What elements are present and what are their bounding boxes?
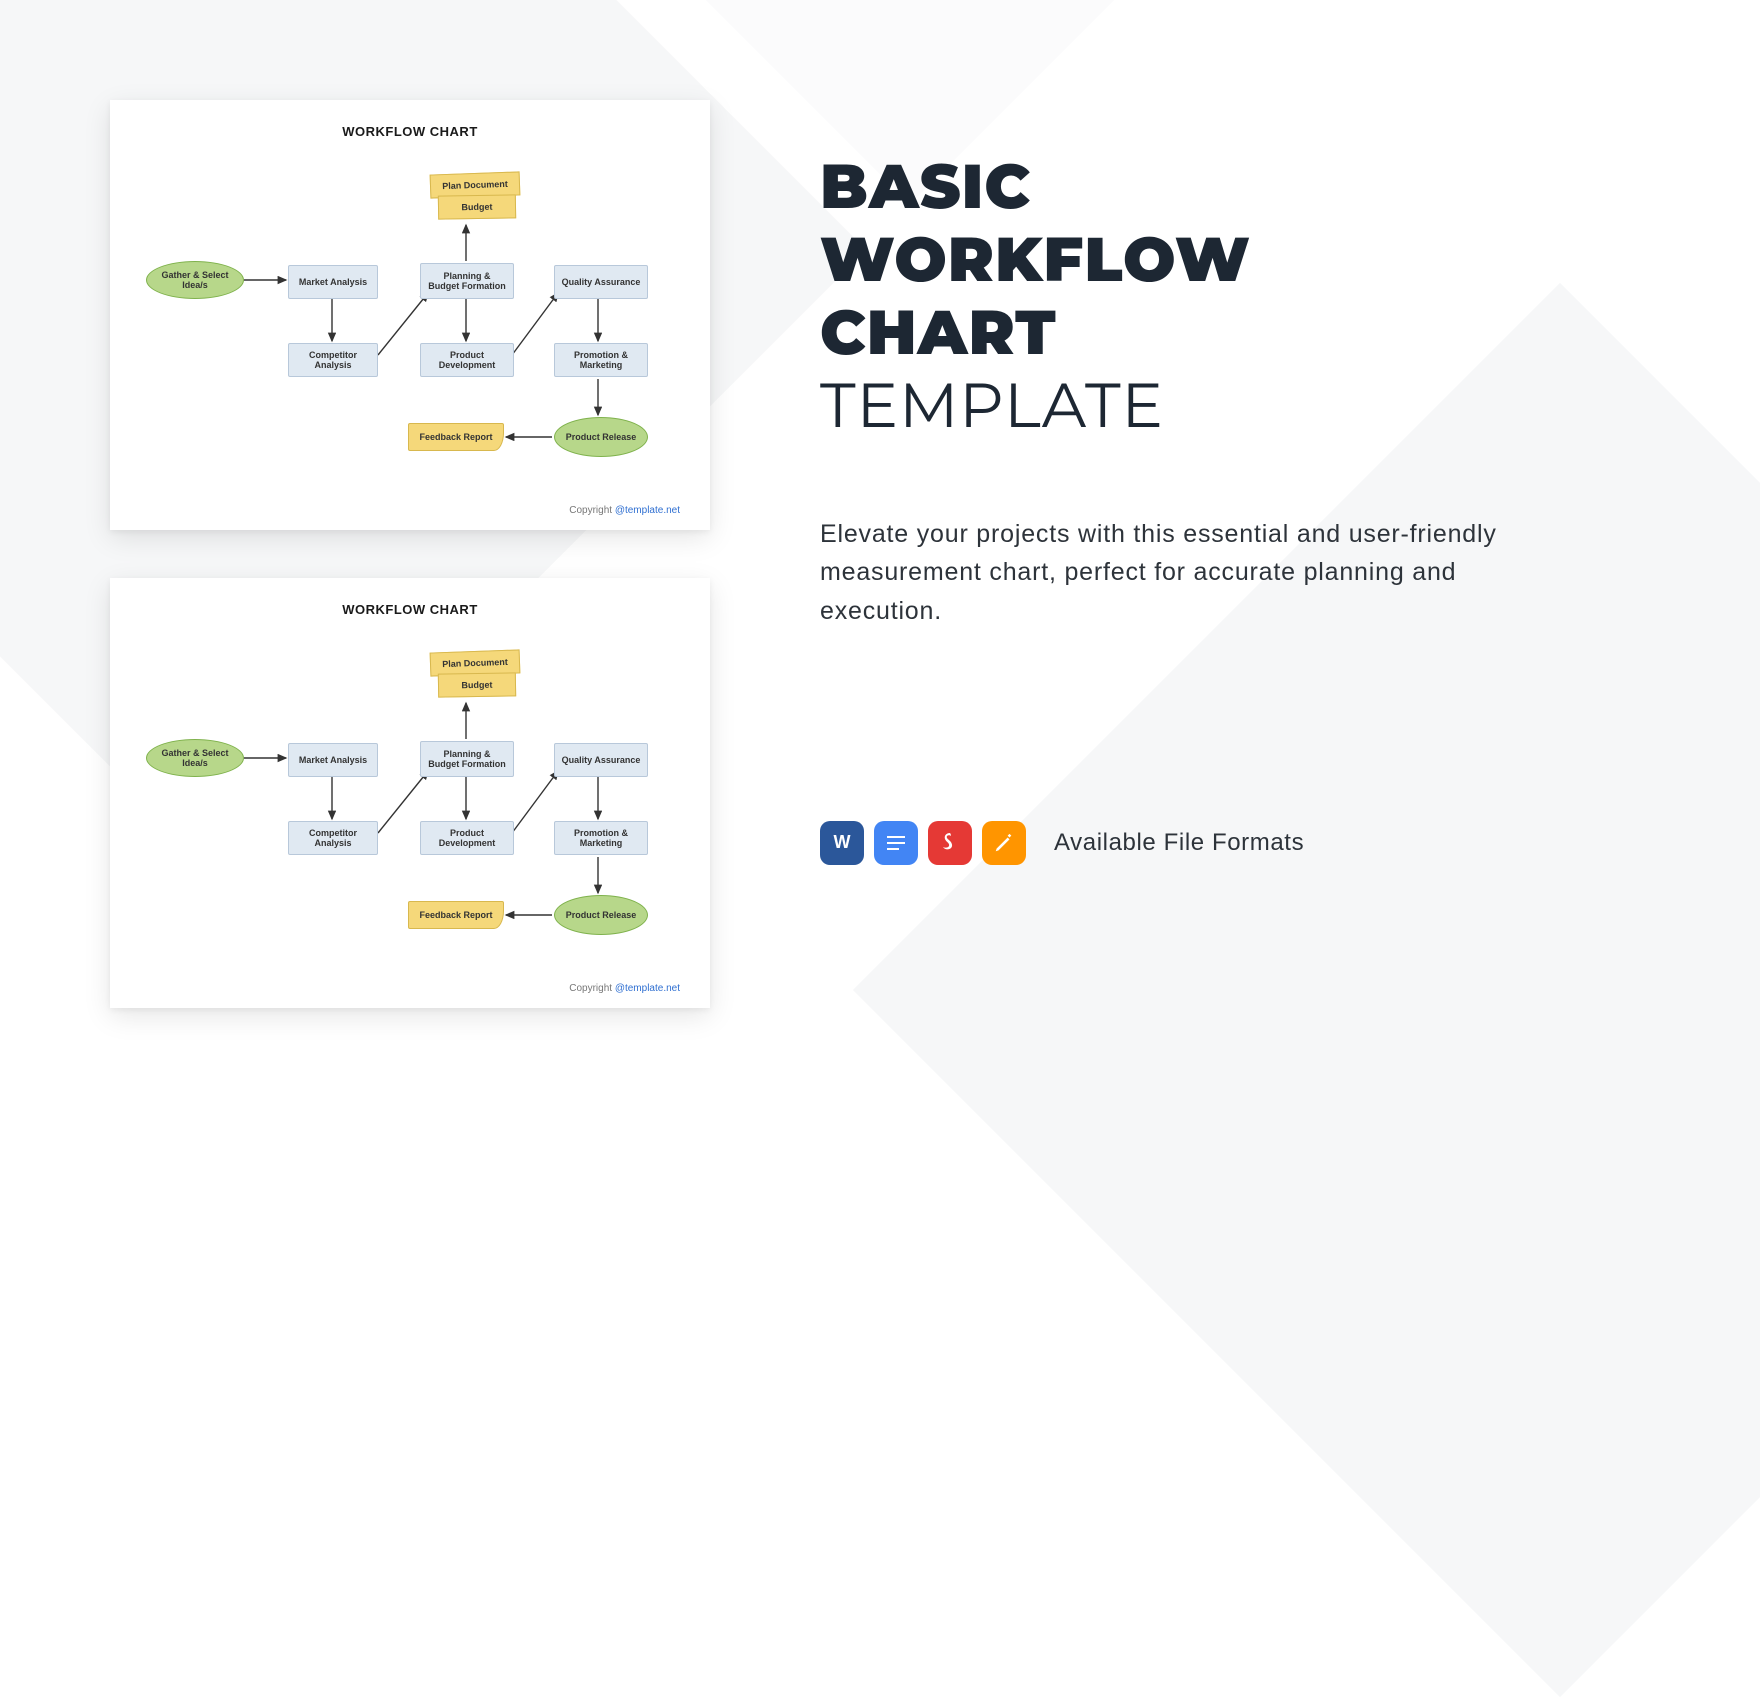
title-line-3: CHART bbox=[820, 294, 1057, 370]
node-budget: Budget bbox=[438, 672, 516, 697]
copyright: Copyright @template.net bbox=[569, 505, 680, 516]
title-line-1: BASIC bbox=[820, 148, 1031, 224]
preview-column: WORKFLOW CHART bbox=[0, 0, 740, 1140]
node-planning: Planning & Budget Formation bbox=[420, 741, 514, 777]
node-competitor: Competitor Analysis bbox=[288, 821, 378, 855]
page: WORKFLOW CHART bbox=[0, 0, 1760, 1140]
node-planning: Planning & Budget Formation bbox=[420, 263, 514, 299]
node-gather: Gather & Select Idea/s bbox=[146, 739, 244, 777]
preview-title: WORKFLOW CHART bbox=[138, 602, 682, 617]
pen-icon bbox=[993, 832, 1015, 854]
page-title: BASIC WORKFLOW CHART TEMPLATE bbox=[820, 150, 1640, 443]
pdf-icon bbox=[928, 821, 972, 865]
copyright-prefix: Copyright bbox=[569, 505, 615, 516]
preview-card-1: WORKFLOW CHART bbox=[110, 100, 710, 530]
gdoc-bars-icon bbox=[887, 834, 905, 852]
node-feedback: Feedback Report bbox=[408, 901, 504, 929]
node-product-dev: Product Development bbox=[420, 821, 514, 855]
description: Elevate your projects with this essentia… bbox=[820, 515, 1500, 631]
pages-icon bbox=[982, 821, 1026, 865]
workflow-chart: Gather & Select Idea/s Market Analysis C… bbox=[138, 623, 682, 963]
node-competitor: Competitor Analysis bbox=[288, 343, 378, 377]
workflow-chart: Gather & Select Idea/s Market Analysis C… bbox=[138, 145, 682, 485]
copyright-link: @template.net bbox=[615, 505, 680, 516]
node-promo: Promotion & Marketing bbox=[554, 343, 648, 377]
formats-label: Available File Formats bbox=[1054, 829, 1304, 857]
node-product-dev: Product Development bbox=[420, 343, 514, 377]
google-docs-icon bbox=[874, 821, 918, 865]
node-promo: Promotion & Marketing bbox=[554, 821, 648, 855]
node-feedback: Feedback Report bbox=[408, 423, 504, 451]
node-qa: Quality Assurance bbox=[554, 265, 648, 299]
info-column: BASIC WORKFLOW CHART TEMPLATE Elevate yo… bbox=[740, 0, 1760, 1140]
node-release: Product Release bbox=[554, 895, 648, 935]
format-icons: W bbox=[820, 821, 1026, 865]
preview-title: WORKFLOW CHART bbox=[138, 124, 682, 139]
node-gather: Gather & Select Idea/s bbox=[146, 261, 244, 299]
pdf-glyph-icon bbox=[938, 831, 962, 855]
formats-row: W Available File Formats bbox=[820, 821, 1640, 865]
copyright-link: @template.net bbox=[615, 983, 680, 994]
title-line-2: WORKFLOW bbox=[820, 221, 1251, 297]
title-line-4: TEMPLATE bbox=[820, 367, 1164, 443]
word-icon-letter: W bbox=[834, 832, 851, 853]
preview-card-2: WORKFLOW CHART bbox=[110, 578, 710, 1008]
copyright: Copyright @template.net bbox=[569, 983, 680, 994]
node-qa: Quality Assurance bbox=[554, 743, 648, 777]
node-release: Product Release bbox=[554, 417, 648, 457]
word-icon: W bbox=[820, 821, 864, 865]
node-market: Market Analysis bbox=[288, 265, 378, 299]
node-market: Market Analysis bbox=[288, 743, 378, 777]
copyright-prefix: Copyright bbox=[569, 983, 615, 994]
node-budget: Budget bbox=[438, 194, 516, 219]
